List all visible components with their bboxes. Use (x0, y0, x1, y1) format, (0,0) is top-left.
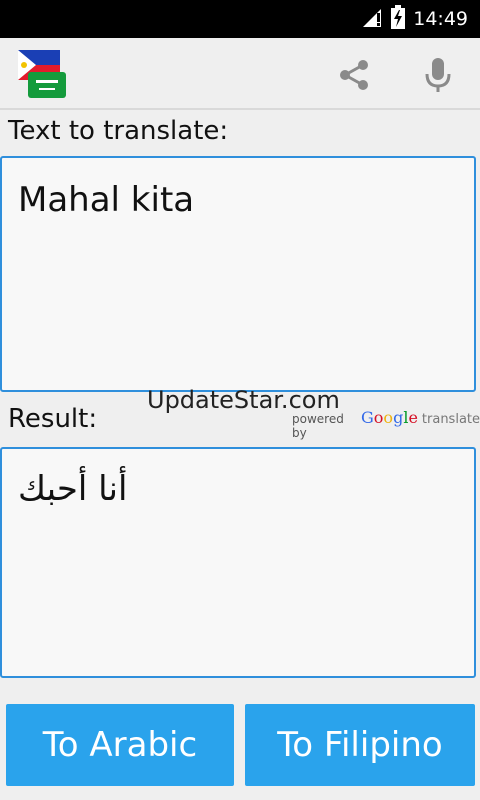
powered-by-suffix: translate (421, 412, 480, 427)
result-text-box[interactable]: أنا أحبك (0, 447, 476, 678)
powered-by-google-translate: powered by Google translate (292, 408, 480, 440)
to-arabic-button[interactable]: To Arabic (6, 704, 234, 786)
status-time: 14:49 (413, 8, 468, 30)
powered-by-prefix: powered by (292, 412, 344, 440)
status-bar: 14:49 (0, 0, 480, 38)
battery-charging-icon (391, 5, 406, 33)
language-flags-icon[interactable] (16, 48, 68, 100)
action-bar (0, 38, 480, 110)
result-text-value: أنا أحبك (18, 469, 128, 509)
result-label: Result: (8, 404, 98, 434)
signal-icon (363, 7, 383, 31)
source-text-value: Mahal kita (18, 180, 195, 220)
source-text-input[interactable]: Mahal kita (0, 156, 476, 392)
to-filipino-button[interactable]: To Filipino (245, 704, 475, 786)
microphone-icon[interactable] (414, 51, 462, 99)
share-icon[interactable] (330, 51, 378, 99)
google-logo: Google (361, 408, 418, 427)
text-to-translate-label: Text to translate: (8, 116, 229, 146)
status-icons: 14:49 (363, 0, 468, 38)
